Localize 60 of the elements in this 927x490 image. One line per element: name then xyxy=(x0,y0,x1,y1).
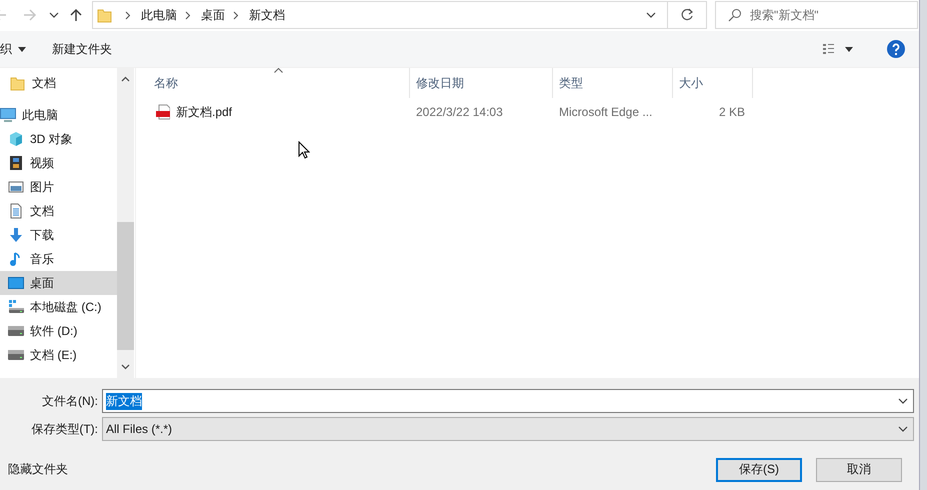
chevron-right-icon xyxy=(125,10,131,20)
new-folder-button[interactable]: 新建文件夹 xyxy=(46,37,118,61)
nav-item[interactable]: 文档 xyxy=(0,71,117,95)
search-icon xyxy=(728,8,742,22)
cube-icon xyxy=(8,131,24,147)
file-type-dropdown[interactable]: All Files (*.*) xyxy=(102,417,914,441)
organize-menu-button[interactable]: 织 xyxy=(0,37,32,61)
drive-icon xyxy=(8,347,24,363)
scroll-down-icon[interactable] xyxy=(121,364,130,370)
drive-icon xyxy=(8,299,24,315)
chevron-right-icon xyxy=(233,10,239,20)
folder-icon xyxy=(10,75,26,91)
picture-icon xyxy=(8,179,24,195)
nav-item[interactable]: 音乐 xyxy=(0,247,117,271)
save-button[interactable]: 保存(S) xyxy=(716,458,802,482)
nav-item[interactable]: 文档 (E:) xyxy=(0,343,117,367)
caret-down-icon xyxy=(18,46,26,52)
nav-item[interactable]: 桌面 xyxy=(0,271,117,295)
nav-item[interactable]: 此电脑 xyxy=(0,103,117,127)
scroll-up-icon[interactable] xyxy=(121,76,130,82)
mouse-cursor-icon xyxy=(298,141,310,159)
column-header[interactable]: 类型 xyxy=(553,68,673,98)
nav-item[interactable]: 文档 xyxy=(0,199,117,223)
nav-item[interactable]: 3D 对象 xyxy=(0,127,117,151)
filename-field[interactable]: 新文档 xyxy=(102,389,914,413)
scrollbar-thumb[interactable] xyxy=(117,222,134,350)
field-label: 保存类型(T): xyxy=(30,420,98,438)
folder-icon xyxy=(97,7,113,23)
chevron-right-icon xyxy=(185,10,191,20)
search-field[interactable]: 搜索"新文档" xyxy=(715,1,918,29)
table-cell: Microsoft Edge ... xyxy=(559,105,652,119)
refresh-icon xyxy=(680,8,694,22)
hide-folders-toggle[interactable]: 隐藏文件夹 xyxy=(8,461,68,478)
file-name[interactable]: 新文档.pdf xyxy=(176,104,232,120)
computer-icon xyxy=(0,107,16,123)
up-arrow-icon[interactable] xyxy=(68,7,84,23)
down-arrow-icon xyxy=(8,227,24,243)
breadcrumb-item[interactable]: 新文档 xyxy=(247,6,287,24)
address-bar[interactable]: 此电脑 桌面 新文档 xyxy=(92,1,707,29)
nav-item[interactable]: 本地磁盘 (C:) xyxy=(0,295,117,319)
column-header[interactable]: 修改日期 xyxy=(410,68,553,98)
column-header[interactable]: 大小 xyxy=(673,68,753,98)
breadcrumb-item[interactable]: 此电脑 xyxy=(139,6,179,24)
column-header[interactable]: 名称 xyxy=(136,68,410,98)
film-icon xyxy=(8,155,24,171)
nav-item[interactable]: 软件 (D:) xyxy=(0,319,117,343)
nav-item[interactable]: 图片 xyxy=(0,175,117,199)
pdf-file-icon xyxy=(156,104,170,120)
scrollbar[interactable] xyxy=(117,68,134,378)
nav-item[interactable]: 下载 xyxy=(0,223,117,247)
desktop-icon xyxy=(8,275,24,291)
breadcrumb-item[interactable]: 桌面 xyxy=(199,6,227,24)
field-label: 文件名(N): xyxy=(41,392,98,410)
drive-icon xyxy=(8,323,24,339)
cancel-button[interactable]: 取消 xyxy=(816,458,902,482)
table-cell: 2 KB xyxy=(718,105,745,119)
document-icon xyxy=(8,203,24,219)
nav-item[interactable]: 视频 xyxy=(0,151,117,175)
table-cell: 2022/3/22 14:03 xyxy=(416,105,503,119)
help-icon[interactable] xyxy=(887,40,905,58)
